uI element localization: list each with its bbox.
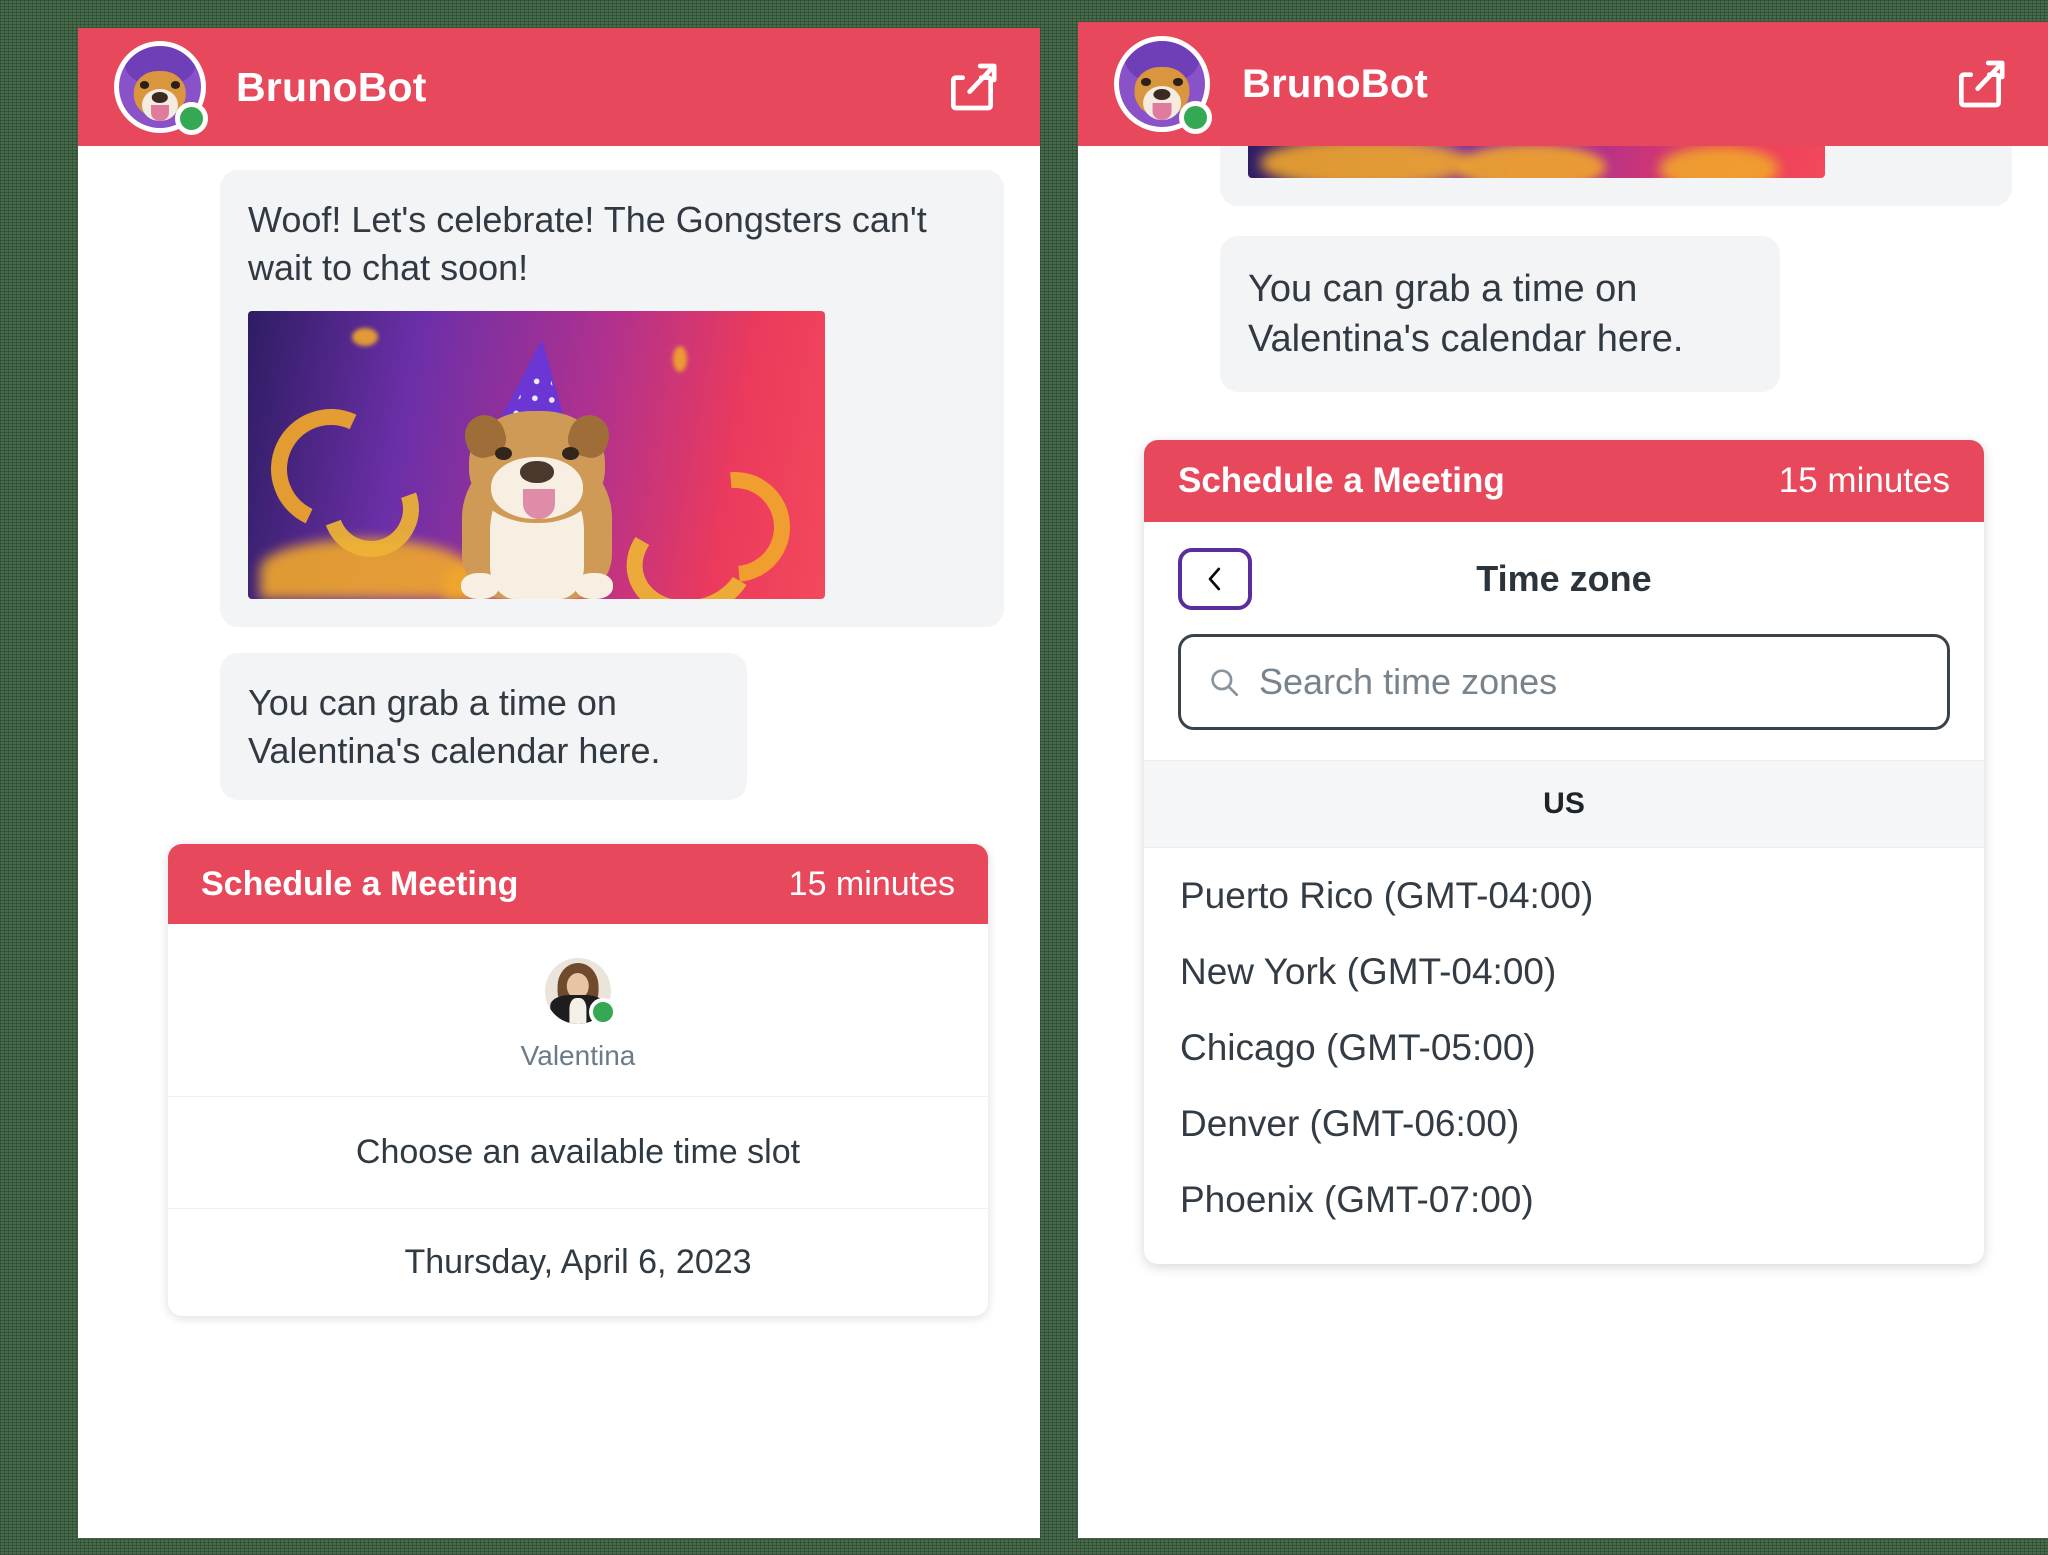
schedule-card-body: Valentina Choose an available time slot … [168,924,988,1317]
bot-name-label: BrunoBot [1242,61,1428,106]
choose-time-slot-label: Choose an available time slot [168,1097,988,1210]
timezone-list-item[interactable]: Denver (GMT-06:00) [1144,1086,1984,1162]
timezone-list: Puerto Rico (GMT-04:00) New York (GMT-04… [1144,848,1984,1264]
left-chat-body: Woof! Let's celebrate! The Gongsters can… [78,146,1040,1538]
left-chat-header: BrunoBot [78,28,1040,146]
chevron-left-icon [1200,562,1230,596]
schedule-meeting-card: Schedule a Meeting 15 minutes Valentina … [168,844,988,1317]
message-bubble-celebrate: Woof! Let's celebrate! The Gongsters can… [220,170,1004,628]
party-bulldog-gif [248,311,825,600]
timezone-heading: Time zone [1476,558,1652,600]
online-status-dot [589,998,617,1027]
timezone-toolbar: Time zone [1144,522,1984,634]
message-bubble-calendar-prompt: You can grab a time on Valentina's calen… [1220,236,1780,393]
online-status-dot [1179,101,1212,134]
message-bubble-calendar-prompt: You can grab a time on Valentina's calen… [220,653,747,801]
schedule-card-header: Schedule a Meeting 15 minutes [168,844,988,925]
party-bulldog-gif-partial [1220,146,2012,206]
timezone-list-item[interactable]: Chicago (GMT-05:00) [1144,1010,1984,1086]
schedule-card-duration: 15 minutes [1778,461,1950,501]
left-chat-panel: BrunoBot Woof! Let's celebrate! The Gong… [78,28,1040,1538]
screenshot-stage: BrunoBot Woof! Let's celebrate! The Gong… [0,0,2048,1555]
timezone-card-header: Schedule a Meeting 15 minutes [1144,440,1984,523]
timezone-search-wrap [1144,634,1984,731]
right-chat-panel: BrunoBot You can grab a time on Valentin… [1078,22,2048,1538]
timezone-card: Schedule a Meeting 15 minutes Time zone [1144,440,1984,1265]
back-button[interactable] [1178,548,1252,611]
host-name-label: Valentina [520,1040,636,1072]
timezone-list-item[interactable]: Puerto Rico (GMT-04:00) [1144,858,1984,934]
search-icon [1207,665,1241,699]
share-icon[interactable] [944,59,1000,115]
online-status-dot [175,102,208,135]
selected-date-label: Thursday, April 6, 2023 [404,1243,752,1282]
timezone-search-box[interactable] [1178,634,1950,731]
message-text: Woof! Let's celebrate! The Gongsters can… [248,199,927,288]
timezone-list-item[interactable]: New York (GMT-04:00) [1144,934,1984,1010]
schedule-card-title: Schedule a Meeting [201,864,519,903]
host-avatar-icon [545,958,617,1027]
share-icon[interactable] [1952,56,2008,112]
timezone-group-label: US [1144,760,1984,849]
schedule-card-duration: 15 minutes [788,864,955,903]
host-block: Valentina [168,924,988,1098]
bot-name-label: BrunoBot [236,63,427,110]
timezone-list-item[interactable]: Phoenix (GMT-07:00) [1144,1162,1984,1238]
search-time-zones-input[interactable] [1259,661,1921,704]
bulldog-avatar-icon [114,41,208,135]
schedule-card-title: Schedule a Meeting [1178,461,1505,501]
right-chat-header: BrunoBot [1078,22,2048,146]
bulldog-avatar-icon [1114,36,1212,134]
right-chat-body: You can grab a time on Valentina's calen… [1078,146,2048,1538]
